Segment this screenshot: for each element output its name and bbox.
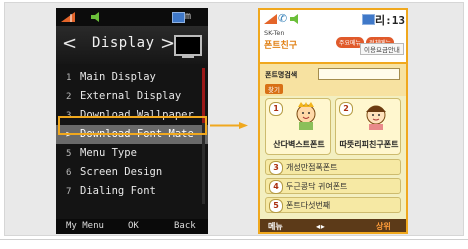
signal-icon (264, 14, 277, 24)
font-card[interactable]: 2 따뜻리피친구폰트 (335, 98, 401, 155)
font-card[interactable]: 1 산다벽스트폰트 (265, 98, 331, 155)
softkey-bar: 메뉴 ◂ ▸ 상위 (260, 219, 406, 232)
softkey-ok[interactable]: OK (128, 219, 139, 234)
phone-screen-font-mate: ✆ 리:13 SK-Ten 폰트친구 주요메뉴전체메뉴 이용요금안내 폰트명검색… (258, 8, 408, 234)
softkey-back[interactable]: Back (174, 219, 196, 234)
font-name: 폰트다섯번째 (286, 201, 331, 210)
menu-item-number: 6 (66, 168, 72, 178)
menu-item-number: 7 (66, 187, 72, 197)
font-number: 3 (269, 161, 283, 175)
display-monitor-icon (174, 35, 202, 56)
menu-item-external-display[interactable]: 2 External Display (56, 87, 208, 106)
menu-item-number: 5 (66, 149, 72, 159)
service-logo: SK-Ten (264, 29, 285, 37)
status-bar: ✆ 리:13 (260, 10, 406, 28)
menu-item-number: 1 (66, 73, 72, 83)
signal-icon (61, 12, 75, 22)
menu-item-screen-design[interactable]: 6 Screen Design (56, 163, 208, 182)
clock: 리:13 (375, 14, 405, 27)
font-number: 1 (269, 102, 283, 116)
softkey-up[interactable]: 상위 (376, 219, 391, 232)
monitor-stand (182, 56, 194, 58)
menu-item-dialing-font[interactable]: 7 Dialing Font (56, 182, 208, 201)
font-mate-header: SK-Ten 폰트친구 주요메뉴전체메뉴 이용요금안내 (260, 28, 406, 64)
softkey-menu[interactable]: 메뉴 (268, 219, 283, 232)
font-list-item[interactable]: 3 개성만점폭폰트 (265, 159, 401, 175)
cartoon-character-icon (366, 105, 386, 130)
font-name: 개성만점폭폰트 (286, 163, 338, 172)
font-number: 4 (269, 180, 283, 194)
callout-arrow-icon (210, 122, 248, 129)
menu-item-menu-type[interactable]: 5 Menu Type (56, 144, 208, 163)
status-bar: m (56, 8, 208, 26)
cartoon-character-icon (296, 102, 316, 130)
softkey-navigate[interactable]: ◂ ▸ (316, 219, 325, 232)
page-title: Display (92, 35, 155, 51)
scrollbar-thumb[interactable] (202, 68, 205, 123)
fee-info-button[interactable]: 이용요금안내 (360, 43, 404, 55)
font-search-area: 폰트명검색 찾기 (260, 64, 406, 96)
softkey-my-menu[interactable]: My Menu (66, 219, 104, 234)
softkey-bar: My Menu OK Back (56, 219, 208, 234)
volume-icon (290, 14, 298, 24)
divider-line (0, 239, 468, 240)
menu-item-label: Main Display (80, 71, 156, 83)
call-icon: ✆ (278, 12, 288, 25)
menu-item-number: 2 (66, 92, 72, 102)
volume-icon (91, 12, 99, 22)
page-title: 폰트친구 (264, 41, 298, 51)
battery-icon (362, 14, 375, 25)
menu-item-label: Screen Design (80, 166, 163, 178)
next-arrow-icon[interactable]: > (160, 33, 175, 54)
font-name: 따뜻리피친구폰트 (339, 140, 399, 149)
highlight-box (58, 116, 207, 135)
font-number: 5 (269, 199, 283, 213)
font-list-item[interactable]: 5 폰트다섯번째 (265, 197, 401, 213)
prev-arrow-icon[interactable]: < (62, 33, 77, 54)
menu-item-label: External Display (80, 90, 182, 102)
search-button[interactable]: 찾기 (265, 84, 283, 94)
font-search-input[interactable] (318, 68, 400, 80)
search-label: 폰트명검색 (265, 71, 298, 79)
font-number: 2 (339, 102, 353, 116)
menu-item-label: Dialing Font (80, 185, 156, 197)
menu-item-main-display[interactable]: 1 Main Display (56, 68, 208, 87)
menu-item-label: Menu Type (80, 147, 137, 159)
status-indicator: m (185, 11, 191, 22)
font-list-item[interactable]: 4 두근콩닥 귀여폰트 (265, 178, 401, 194)
font-name: 산다벽스트폰트 (273, 140, 325, 149)
battery-icon (172, 12, 185, 23)
font-name: 두근콩닥 귀여폰트 (286, 182, 348, 191)
menu-header: < Display > (56, 26, 208, 64)
